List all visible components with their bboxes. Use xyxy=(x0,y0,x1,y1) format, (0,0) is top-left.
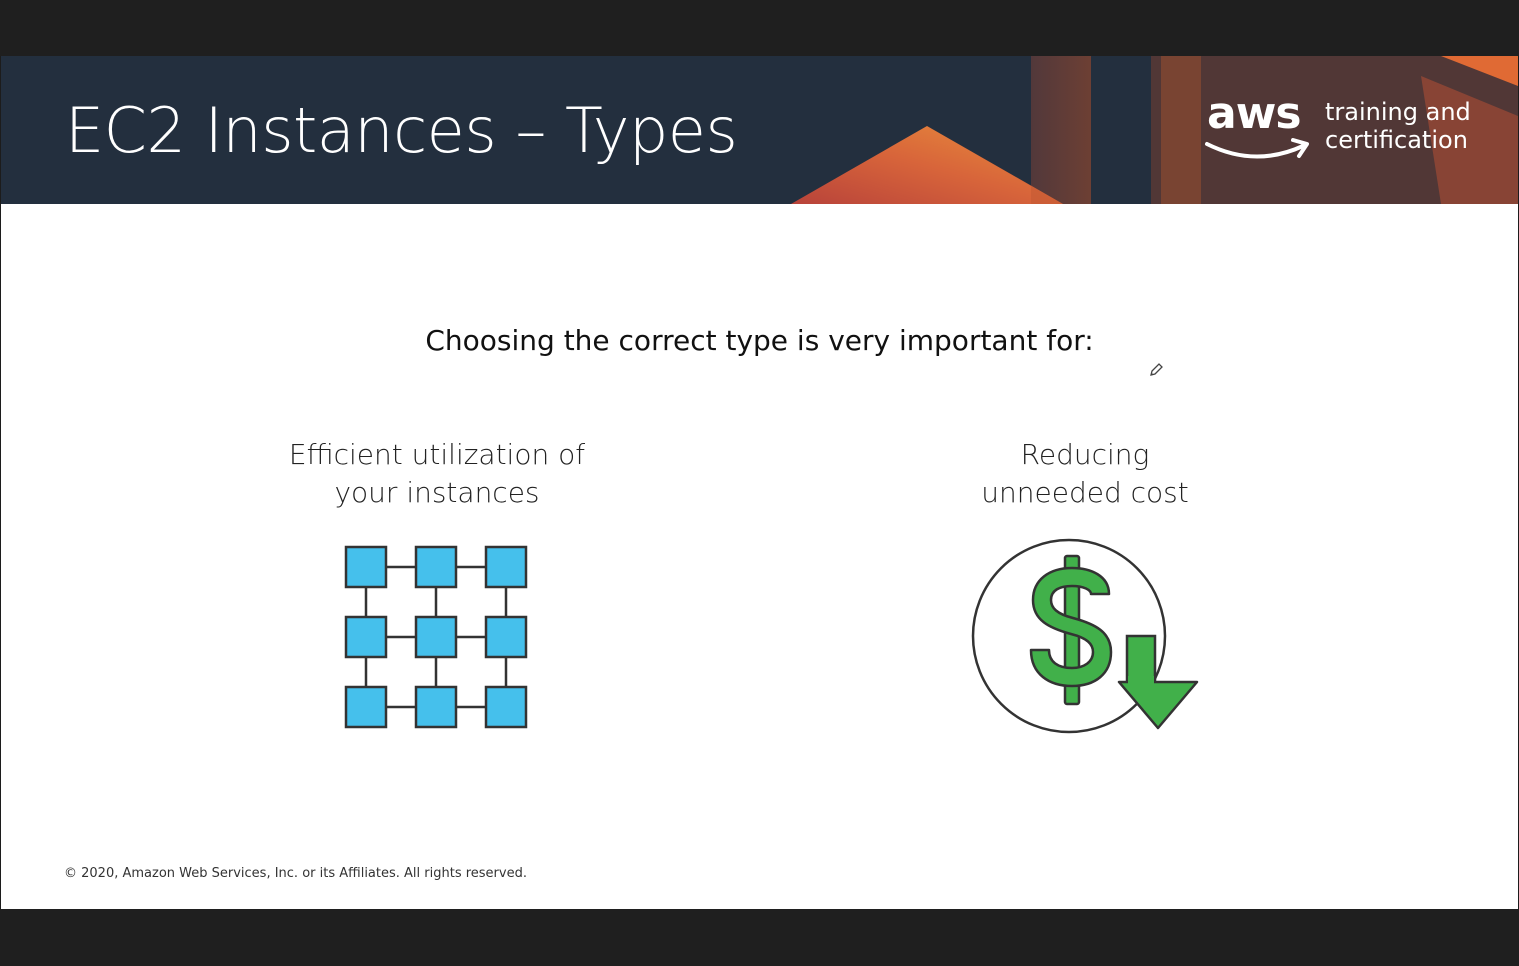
benefit-reducing-cost: Reducing unneeded cost xyxy=(885,436,1285,512)
logo-tagline-line1: training and xyxy=(1325,98,1471,126)
copyright-footer: © 2020, Amazon Web Services, Inc. or its… xyxy=(64,866,527,881)
aws-training-logo: aws training and certification xyxy=(1203,92,1503,172)
aws-smile-arrow-icon xyxy=(1205,138,1309,159)
bottom-letterbox-bar xyxy=(0,909,1519,966)
benefit-line: Efficient utilization of xyxy=(288,438,586,471)
logo-tagline-line2: certification xyxy=(1325,126,1468,154)
benefit-line: your instances xyxy=(334,476,540,509)
dollar-down-icon xyxy=(971,538,1199,734)
pencil-cursor-icon xyxy=(1150,363,1163,376)
slide-header: EC2 Instances – Types aws training and c… xyxy=(1,56,1518,204)
slide-title: EC2 Instances – Types xyxy=(65,94,738,167)
benefit-line: unneeded cost xyxy=(981,476,1189,509)
instance-grid-icon xyxy=(344,545,528,729)
aws-wordmark: aws xyxy=(1207,88,1302,139)
benefit-line: Reducing xyxy=(1020,438,1150,471)
logo-tagline: training and certification xyxy=(1325,98,1471,154)
slide: EC2 Instances – Types aws training and c… xyxy=(1,56,1518,909)
benefit-efficient-utilization: Efficient utilization of your instances xyxy=(237,436,637,512)
top-letterbox-bar xyxy=(0,0,1519,56)
slide-subtitle: Choosing the correct type is very import… xyxy=(425,324,1094,357)
